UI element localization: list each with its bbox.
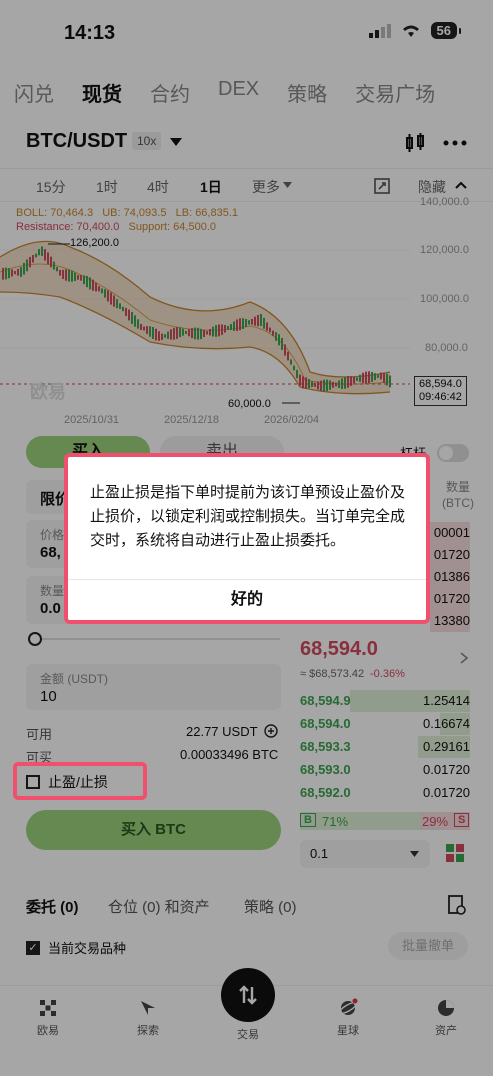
dialog-ok-button[interactable]: 好的 [68, 580, 426, 620]
tpsl-info-dialog: 止盈止损是指下单时提前为该订单预设止盈价及止损价，以锁定利润或控制损失。当订单完… [64, 453, 430, 624]
dialog-message: 止盈止损是指下单时提前为该订单预设止盈价及止损价，以锁定利润或控制损失。当订单完… [90, 484, 406, 549]
tpsl-highlight [13, 762, 147, 800]
